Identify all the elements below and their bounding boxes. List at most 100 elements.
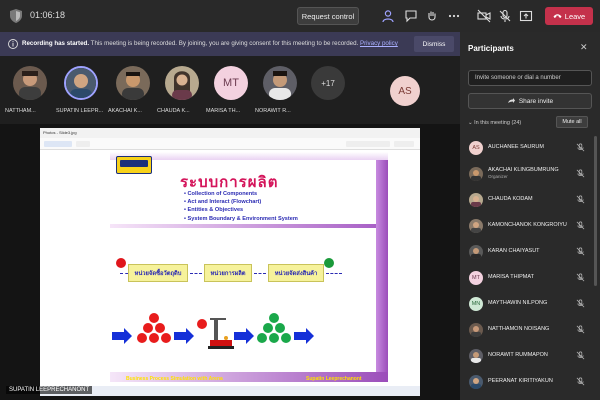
privacy-policy-link[interactable]: Privacy policy: [360, 40, 398, 47]
camera-off-icon[interactable]: [476, 8, 492, 24]
avatar: [469, 349, 483, 363]
request-control-button[interactable]: Request control: [297, 7, 359, 25]
dismiss-button[interactable]: Dismiss: [414, 36, 454, 52]
flow-line: [254, 273, 266, 274]
university-logo: [116, 156, 152, 174]
in-meeting-header[interactable]: ⌄ In this meeting (24): [468, 120, 521, 126]
participant-name: KARAN CHAIYASUT: [488, 248, 540, 254]
participant-tile[interactable]: NATTHAM...: [5, 66, 55, 122]
mic-off-icon[interactable]: [497, 8, 513, 24]
participant-list-scrollbar[interactable]: [594, 136, 597, 286]
participant-name: NATTHAMON NOISANG: [488, 326, 550, 332]
list-item[interactable]: KAMONCHANOK KONGROIYU: [460, 213, 600, 239]
participant-tile[interactable]: CHAUDA K...: [157, 66, 207, 122]
phone-icon: [553, 14, 562, 18]
participant-list: AS AUCHANEE SAURUM AKACHAI KLINGBUMRUNG …: [460, 135, 600, 395]
slide-footer-course: Business Process Simulation with Arena: [126, 376, 223, 382]
see-all-photos-button: [44, 141, 72, 147]
list-item[interactable]: PEERANAT KIRITIYAKUN: [460, 369, 600, 395]
avatar-initials: MT: [214, 66, 248, 100]
participant-name: AUCHANEE SAURUM: [488, 144, 544, 150]
leave-button[interactable]: Leave: [545, 7, 593, 25]
teams-meeting-window: 01:06:18 Request control Leave Recording…: [0, 0, 600, 400]
list-item[interactable]: MN MAYTHAWIN NILPONG: [460, 291, 600, 317]
list-item[interactable]: NATTHAMON NOISANG: [460, 317, 600, 343]
chat-icon[interactable]: [403, 8, 419, 24]
photos-title-bar: Photos - Slide3.jpg: [40, 128, 420, 138]
meeting-timer: 01:06:18: [30, 10, 66, 20]
start-node: [116, 258, 126, 268]
avatar: [469, 193, 483, 207]
shield-icon: [10, 9, 22, 23]
share-invite-label: Share invite: [518, 97, 554, 105]
share-tray-icon[interactable]: [518, 8, 534, 24]
self-avatar: AS: [390, 76, 420, 106]
bullet-item: Collection of Components: [184, 190, 298, 198]
recording-message-bold: Recording has started.: [22, 40, 90, 47]
meeting-top-bar: 01:06:18 Request control Leave: [0, 0, 600, 32]
mic-off-icon: [576, 221, 585, 230]
participant-tile[interactable]: AKACHAI K...: [108, 66, 158, 122]
avatar-initials: AS: [469, 141, 483, 155]
participant-role: Organizer: [488, 174, 508, 179]
add-to-button: [76, 141, 90, 147]
mic-off-icon: [576, 377, 585, 386]
participants-icon[interactable]: [380, 8, 396, 24]
list-item[interactable]: NORAWIT RUMMAPON: [460, 343, 600, 369]
participant-name: MAYTHAWIN NILPONG: [488, 300, 548, 306]
avatar: [116, 66, 150, 100]
slide-frame: [376, 160, 388, 382]
avatar: [64, 66, 98, 100]
list-item[interactable]: MT MARISA THIPMAT: [460, 265, 600, 291]
invite-input[interactable]: Invite someone or dial a number: [468, 70, 592, 86]
list-item[interactable]: AS AUCHANEE SAURUM: [460, 135, 600, 161]
mic-off-icon: [576, 169, 585, 178]
slide-frame: [110, 224, 376, 228]
avatar: [469, 245, 483, 259]
close-icon[interactable]: ✕: [580, 42, 588, 53]
participants-panel: Participants ✕ Invite someone or dial a …: [460, 32, 600, 400]
participant-name: AKACHAI K...: [108, 108, 142, 114]
edit-create-button: [346, 141, 390, 147]
mute-all-button[interactable]: Mute all: [556, 116, 588, 128]
shared-screen-area: Photos - Slide3.jpg ระบบการผลิต Collecti…: [0, 124, 460, 400]
mic-off-icon: [576, 247, 585, 256]
participant-name: MARISA TH...: [206, 108, 241, 114]
recording-message: Recording has started. This meeting is b…: [22, 40, 398, 47]
avatar: [13, 66, 47, 100]
windows-taskbar: [40, 386, 420, 396]
slide-image: ระบบการผลิต Collection of Components Act…: [110, 152, 388, 382]
more-participants-count: +17: [311, 66, 345, 100]
recording-message-text: This meeting is being recorded. By joini…: [89, 40, 360, 47]
avatar: [469, 167, 483, 181]
participant-tile[interactable]: MT MARISA TH...: [206, 66, 256, 122]
shared-screen: Photos - Slide3.jpg ระบบการผลิต Collecti…: [40, 128, 420, 396]
leave-label: Leave: [564, 11, 586, 21]
recording-banner: Recording has started. This meeting is b…: [0, 32, 460, 56]
more-options-icon[interactable]: [446, 8, 462, 24]
participant-strip: NATTHAM... SUPATIN LEEPR... AKACHAI K...…: [0, 56, 460, 124]
list-item[interactable]: KARAN CHAIYASUT: [460, 239, 600, 265]
participant-name: PEERANAT KIRITIYAKUN: [488, 378, 553, 384]
avatar-initials: MT: [469, 271, 483, 285]
process-illustration: [112, 313, 314, 349]
raise-hand-icon[interactable]: [424, 8, 440, 24]
flow-line: [326, 273, 342, 274]
participant-tile[interactable]: SUPATIN LEEPR...: [56, 66, 106, 122]
participant-tile[interactable]: NORAWIT R...: [255, 66, 305, 122]
participant-name: NATTHAM...: [5, 108, 36, 114]
avatar: [469, 323, 483, 337]
participant-name: SUPATIN LEEPR...: [56, 108, 104, 114]
process-box-production: หน่วยการผลิต: [204, 264, 252, 282]
process-box-shipping: หน่วยจัดส่งสินค้า: [268, 264, 324, 282]
flow-line: [190, 273, 202, 274]
share-icon: [507, 98, 515, 103]
more-participants-tile[interactable]: +17: [303, 66, 353, 122]
share-invite-button[interactable]: Share invite: [468, 93, 592, 109]
in-meeting-label: In this meeting (24): [474, 120, 522, 126]
list-item[interactable]: AKACHAI KLINGBUMRUNG Organizer: [460, 161, 600, 187]
avatar: [469, 375, 483, 389]
avatar: [263, 66, 297, 100]
bullet-item: Entities & Objectives: [184, 206, 298, 214]
list-item[interactable]: CHAUDA KODAM: [460, 187, 600, 213]
